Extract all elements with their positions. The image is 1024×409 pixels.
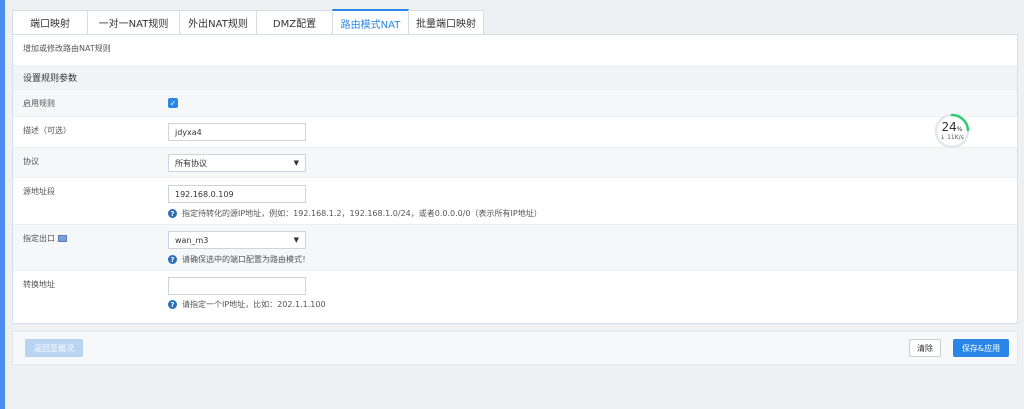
enable-label: 启用规则 [23,99,55,108]
description-input[interactable]: jdyxa4 [168,123,306,141]
row-source: 源地址段 192.168.0.109 ? 指定待转化的源IP地址，例如：192.… [13,177,1017,224]
source-label: 源地址段 [23,186,55,196]
help-icon: ? [168,209,177,218]
row-description: 描述（可选） jdyxa4 [13,116,1017,147]
row-protocol: 协议 所有协议 ▼ [13,147,1017,177]
translated-hint-text: 请指定一个IP地址，比如：202.1.1.100 [182,300,326,309]
source-value: 192.168.0.109 [175,189,234,199]
gauge-percent-value: 24 [941,120,957,134]
translated-hint: ? 请指定一个IP地址，比如：202.1.1.100 [168,299,326,310]
egress-hint-text: 请确保选中的端口配置为路由模式！ [182,255,310,264]
action-bar: 返回至概况 清除 保存&应用 [12,331,1018,365]
protocol-value: 所有协议 [175,158,207,168]
source-input[interactable]: 192.168.0.109 [168,185,306,203]
enable-checkbox[interactable]: ✓ [168,98,178,108]
help-icon: ? [168,255,177,264]
tab-route-mode-nat[interactable]: 路由模式NAT [332,9,409,35]
egress-value: wan_m3 [175,235,209,245]
gauge-percent: 24% [934,120,970,134]
gauge-speed: ↓ 11K/s [940,134,964,141]
row-enable: 启用规则 ✓ [13,89,1017,116]
rule-panel: 增加或修改路由NAT规则 设置规则参数 启用规则 ✓ 描述（可选） jdyxa4… [12,34,1018,324]
check-icon: ✓ [169,98,177,108]
left-accent-bar [0,0,5,409]
egress-select[interactable]: wan_m3 ▼ [168,231,306,249]
protocol-label: 协议 [23,156,39,166]
egress-hint: ? 请确保选中的端口配置为路由模式！ [168,254,310,265]
tab-bar: 端口映射 一对一NAT规则 外出NAT规则 DMZ配置 路由模式NAT 批量端口… [12,9,484,35]
clear-button[interactable]: 清除 [909,339,941,357]
tab-port-mapping[interactable]: 端口映射 [12,10,88,34]
row-egress: 指定出口 wan_m3 ▼ ? 请确保选中的端口配置为路由模式！ [13,224,1017,270]
tab-one-to-one-nat[interactable]: 一对一NAT规则 [87,10,180,34]
section-title: 设置规则参数 [13,65,1017,89]
save-apply-button[interactable]: 保存&应用 [953,339,1009,357]
egress-label: 指定出口 [23,225,67,251]
traffic-gauge[interactable]: 24% ↓ 11K/s [934,113,970,149]
back-to-overview-button[interactable]: 返回至概况 [25,339,83,357]
panel-description: 增加或修改路由NAT规则 [23,44,111,53]
tab-dmz[interactable]: DMZ配置 [256,10,333,34]
interface-icon[interactable] [58,234,67,242]
description-label: 描述（可选） [23,125,71,135]
source-hint-text: 指定待转化的源IP地址，例如：192.168.1.2，192.168.1.0/2… [182,209,542,218]
description-value: jdyxa4 [175,127,202,137]
egress-label-text: 指定出口 [23,233,55,243]
caret-down-icon: ▼ [293,236,299,244]
protocol-select[interactable]: 所有协议 ▼ [168,154,306,172]
help-icon: ? [168,300,177,309]
translated-input[interactable] [168,277,306,295]
caret-down-icon: ▼ [293,159,299,167]
translated-label: 转换地址 [23,279,55,289]
tab-outbound-nat[interactable]: 外出NAT规则 [179,10,257,34]
row-translated: 转换地址 ? 请指定一个IP地址，比如：202.1.1.100 [13,270,1017,323]
gauge-percent-unit: % [956,126,963,133]
source-hint: ? 指定待转化的源IP地址，例如：192.168.1.2，192.168.1.0… [168,208,542,219]
tab-batch-port-mapping[interactable]: 批量端口映射 [408,10,484,34]
